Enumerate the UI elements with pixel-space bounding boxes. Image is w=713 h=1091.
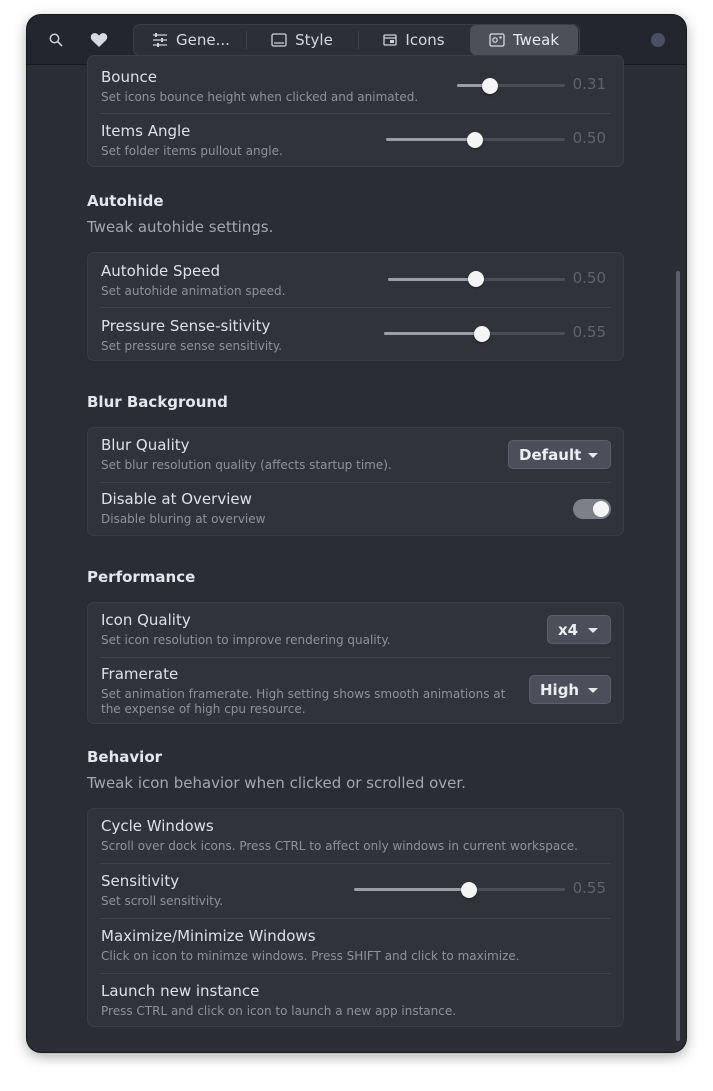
tab-tweak-label: Tweak [512,31,560,49]
row-subtitle: Set autohide animation speed. [101,284,286,298]
favorites-button[interactable] [87,28,111,52]
row-title: Autohide Speed [101,262,221,280]
monitor-icon [271,33,287,47]
sensitivity-slider[interactable] [354,888,565,891]
section-title-autohide: Autohide [87,192,164,210]
photo-gear-icon [489,33,505,47]
dropdown-value: High [540,680,580,699]
sliders-icon [153,33,168,47]
row-title: Blur Quality [101,436,190,454]
tab-general-label: Gene... [176,31,230,49]
status-dot-icon [651,33,665,47]
tab-style-label: Style [295,31,333,49]
blur-card: Blur Quality Set blur resolution quality… [87,427,624,536]
setting-row-icon-quality: Icon Quality Set icon resolution to impr… [88,603,623,657]
row-subtitle: Set scroll sensitivity. [101,894,224,908]
blur-quality-dropdown[interactable]: Default [508,440,611,469]
setting-row-autohide-speed: Autohide Speed Set autohide animation sp… [88,253,623,307]
dropdown-value: x4 [558,620,579,639]
bounce-slider-knob[interactable] [482,78,498,94]
row-subtitle: Set blur resolution quality (affects sta… [101,458,392,472]
tab-tweak[interactable]: Tweak [470,25,578,55]
sensitivity-slider-knob[interactable] [461,882,477,898]
setting-row-cycle-windows[interactable]: Cycle Windows Scroll over dock icons. Pr… [88,809,623,863]
settings-window: Gene... Style Icons Tweak Bounce Set ico… [27,15,686,1052]
chevron-down-icon [588,453,598,458]
tab-bar: Gene... Style Icons Tweak [133,24,580,56]
section-desc-autohide: Tweak autohide settings. [87,218,274,236]
row-subtitle: Press CTRL and click on icon to launch a… [101,1004,457,1018]
row-subtitle: Set folder items pullout angle. [101,144,283,158]
row-subtitle: Set icon resolution to improve rendering… [101,633,391,647]
row-subtitle: Set animation framerate. High setting sh… [101,687,506,701]
setting-row-disable-overview: Disable at Overview Disable bluring at o… [88,483,623,537]
pressure-slider-knob[interactable] [474,326,490,342]
section-desc-behavior: Tweak icon behavior when clicked or scro… [87,774,466,792]
setting-row-blur-quality: Blur Quality Set blur resolution quality… [88,428,623,482]
tab-divider [246,31,247,49]
row-title: Items Angle [101,122,191,140]
row-title: Icon Quality [101,611,191,629]
row-title: Bounce [101,68,157,86]
setting-row-items-angle: Items Angle Set folder items pullout ang… [88,114,623,168]
setting-row-pressure: Pressure Sense-sitivity Set pressure sen… [88,308,623,362]
tab-divider [358,31,359,49]
performance-card: Icon Quality Set icon resolution to impr… [87,602,624,724]
icon-quality-dropdown[interactable]: x4 [547,615,611,644]
slider-value: 0.55 [572,879,606,897]
row-title: Maximize/Minimize Windows [101,927,316,945]
chevron-down-icon [588,688,598,693]
setting-row-framerate: Framerate Set animation framerate. High … [88,658,623,725]
vertical-scrollbar[interactable] [676,271,680,1041]
row-title: Launch new instance [101,982,260,1000]
row-subtitle: Click on icon to minimze windows. Press … [101,949,520,963]
section-title-blur: Blur Background [87,393,228,411]
behavior-card: Cycle Windows Scroll over dock icons. Pr… [87,808,624,1027]
dropdown-value: Default [519,445,582,464]
slider-value: 0.31 [572,75,606,93]
row-title: Framerate [101,665,179,683]
slider-value: 0.50 [572,269,606,287]
setting-row-launch-new-instance[interactable]: Launch new instance Press CTRL and click… [88,974,623,1028]
section-title-behavior: Behavior [87,748,163,766]
row-title: Cycle Windows [101,817,214,835]
setting-row-bounce: Bounce Set icons bounce height when clic… [88,56,623,114]
chevron-down-icon [588,628,598,633]
row-subtitle-cont: the expense of high cpu resource. [101,702,306,716]
row-title: Disable at Overview [101,490,252,508]
toggle-knob [593,501,609,517]
bounce-slider[interactable] [457,84,565,87]
slider-value: 0.50 [572,129,606,147]
tab-style[interactable]: Style [248,25,356,55]
autohide-speed-slider-knob[interactable] [468,271,484,287]
row-title: Pressure Sense-sitivity [101,317,271,335]
window-icon [383,34,398,46]
framerate-dropdown[interactable]: High [529,675,611,704]
autohide-card: Autohide Speed Set autohide animation sp… [87,252,624,361]
disable-overview-toggle[interactable] [573,499,611,519]
setting-row-sensitivity: Sensitivity Set scroll sensitivity. 0.55 [88,864,623,918]
row-subtitle: Disable bluring at overview [101,512,266,526]
slider-value: 0.55 [572,323,606,341]
row-subtitle: Set pressure sense sensitivity. [101,339,283,353]
tab-icons[interactable]: Icons [360,25,468,55]
row-subtitle: Set icons bounce height when clicked and… [101,90,419,104]
animation-card: Bounce Set icons bounce height when clic… [87,55,624,167]
row-subtitle: Scroll over dock icons. Press CTRL to af… [101,839,578,853]
setting-row-maximize-minimize[interactable]: Maximize/Minimize Windows Click on icon … [88,919,623,973]
tab-general[interactable]: Gene... [138,25,244,55]
section-title-performance: Performance [87,568,196,586]
tab-icons-label: Icons [405,31,445,49]
heart-icon [90,33,108,47]
search-icon [49,33,63,47]
search-button[interactable] [44,28,68,52]
row-title: Sensitivity [101,872,180,890]
items-angle-slider-knob[interactable] [467,132,483,148]
